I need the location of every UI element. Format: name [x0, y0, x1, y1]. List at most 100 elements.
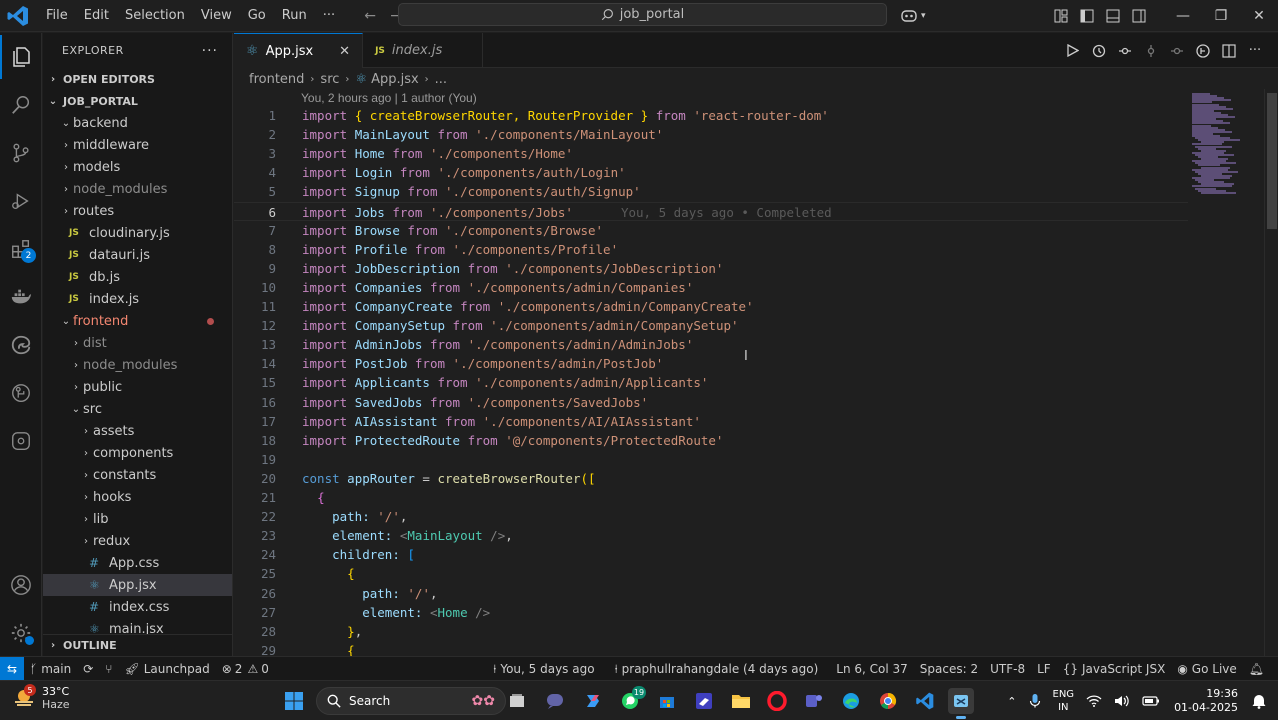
accounts-icon[interactable] [0, 563, 42, 607]
remote-indicator-icon[interactable]: ⇆ [0, 656, 24, 681]
copilot-button[interactable]: ▾ [900, 0, 926, 32]
folder-item[interactable]: › redux [43, 530, 232, 552]
go-live-button[interactable]: ◉ Go Live [1171, 662, 1242, 676]
code-line[interactable]: 26 path: '/', [234, 584, 1188, 603]
breadcrumb-file[interactable]: App.jsx [371, 72, 419, 87]
windows-start-icon[interactable] [281, 688, 307, 714]
folder-item[interactable]: › routes [43, 200, 232, 222]
next-change-icon[interactable] [1164, 44, 1190, 58]
gitlens-compare-icon[interactable] [1138, 44, 1164, 58]
extensions-icon[interactable]: 2 [0, 227, 42, 271]
gitlens-graph-icon[interactable]: ⑂ [99, 662, 118, 676]
code-line[interactable]: 7 import Browse from './components/Browse… [234, 221, 1188, 240]
language-mode[interactable]: {} JavaScript JSX [1057, 662, 1172, 676]
chrome-icon[interactable] [875, 688, 901, 714]
folder-item[interactable]: › node_modules [43, 354, 232, 376]
notifications-bell-icon[interactable]: 🔔︎ [1243, 662, 1270, 676]
file-explorer-icon[interactable] [728, 688, 754, 714]
microsoft-store-icon[interactable] [654, 688, 680, 714]
wifi-icon[interactable] [1080, 694, 1108, 708]
tab-index-js[interactable]: JS index.js [363, 33, 484, 68]
code-line[interactable]: 16 import SavedJobs from './components/Sa… [234, 393, 1188, 412]
whatsapp-icon[interactable]: 19 [617, 686, 646, 714]
code-line[interactable]: 19 [234, 450, 1188, 469]
menu-edit[interactable]: Edit [76, 0, 117, 32]
outline-section[interactable]: › OUTLINE [43, 634, 232, 656]
split-editor-icon[interactable] [1216, 43, 1242, 58]
menu-selection[interactable]: Selection [117, 0, 193, 32]
code-line[interactable]: 20 const appRouter = createBrowserRouter(… [234, 469, 1188, 488]
codelens-authors[interactable]: You, 2 hours ago | 1 author (You) [301, 91, 477, 105]
cursor-position[interactable]: Ln 6, Col 37 [830, 662, 914, 676]
end-of-line[interactable]: LF [1031, 662, 1057, 676]
settings-gear-icon[interactable] [0, 611, 42, 655]
code-line[interactable]: 13 import AdminJobs from './components/ad… [234, 335, 1188, 354]
menu-view[interactable]: View [193, 0, 240, 32]
copilot-app-icon[interactable] [580, 688, 606, 714]
code-line[interactable]: 8 import Profile from './components/Profi… [234, 240, 1188, 259]
task-view-icon[interactable] [504, 688, 530, 714]
code-line[interactable]: 1 import { createBrowserRouter, RouterPro… [234, 106, 1188, 125]
author-status[interactable]: ⍿ praphullrahangdale (4 days ago) [609, 662, 825, 677]
code-line[interactable]: 17 import AIAssistant from './components/… [234, 412, 1188, 431]
language-indicator[interactable]: ENG IN [1047, 688, 1081, 714]
teams-icon[interactable] [801, 688, 827, 714]
search-view-icon[interactable] [0, 83, 42, 127]
vscode-taskbar-icon[interactable] [912, 688, 938, 714]
breadcrumb-symbol[interactable]: ... [435, 72, 447, 87]
code-line[interactable]: 11 import CompanyCreate from './component… [234, 297, 1188, 316]
toggle-sidebar-icon[interactable] [1074, 0, 1100, 32]
file-item[interactable]: JS datauri.js [43, 244, 232, 266]
back-arrow-icon[interactable]: ← [357, 8, 383, 24]
taskbar-search[interactable]: Search ✿✿ [316, 687, 506, 715]
teams-chat-icon[interactable] [542, 688, 568, 714]
volume-icon[interactable] [1108, 694, 1136, 708]
scrollbar-thumb[interactable] [1267, 93, 1277, 229]
tray-overflow-chevron-icon[interactable]: ⌃ [1001, 695, 1022, 708]
code-line[interactable]: 4 import Login from './components/auth/Lo… [234, 163, 1188, 182]
folder-item[interactable]: › middleware [43, 134, 232, 156]
notification-center-icon[interactable] [1246, 693, 1272, 709]
indentation[interactable]: Spaces: 2 [914, 662, 984, 676]
minimap[interactable] [1188, 89, 1264, 656]
blame-status[interactable]: ⍿ You, 5 days ago [487, 662, 600, 677]
timeline-history-icon[interactable] [1086, 44, 1112, 58]
folder-item[interactable]: › lib [43, 508, 232, 530]
run-play-icon[interactable] [1060, 44, 1086, 57]
code-line[interactable]: 9 import JobDescription from './component… [234, 259, 1188, 278]
maximize-button[interactable]: ❐ [1202, 0, 1240, 32]
menu-run[interactable]: Run [274, 0, 315, 32]
code-line[interactable]: 2 import MainLayout from './components/Ma… [234, 125, 1188, 144]
command-center-search[interactable]: job_portal [398, 3, 887, 26]
folder-item[interactable]: › node_modules [43, 178, 232, 200]
file-item[interactable]: # App.css [43, 552, 232, 574]
code-editor[interactable]: You, 2 hours ago | 1 author (You) 1 impor… [234, 89, 1188, 656]
code-line[interactable]: 25 { [234, 564, 1188, 583]
minimize-button[interactable]: — [1164, 0, 1202, 32]
launchpad-button[interactable]: 🚀︎ Launchpad [118, 662, 215, 676]
code-line[interactable]: 23 element: <MainLayout />, [234, 526, 1188, 545]
menu-file[interactable]: File [38, 0, 76, 32]
toggle-secondary-sidebar-icon[interactable] [1126, 0, 1152, 32]
close-tab-icon[interactable]: ✕ [339, 44, 350, 59]
explorer-more-button[interactable]: ··· [202, 43, 218, 59]
file-item[interactable]: ⚛ App.jsx [43, 574, 232, 596]
folder-item[interactable]: › models [43, 156, 232, 178]
breadcrumb-src[interactable]: src [320, 72, 339, 87]
code-line[interactable]: 22 path: '/', [234, 507, 1188, 526]
gitlens-inspect-icon[interactable] [0, 419, 42, 463]
file-item[interactable]: JS index.js [43, 288, 232, 310]
code-line[interactable]: 18 import ProtectedRoute from '@/componen… [234, 431, 1188, 450]
run-debug-icon[interactable] [0, 179, 42, 223]
folder-item[interactable]: › components [43, 442, 232, 464]
explorer-icon[interactable] [0, 35, 42, 79]
encoding[interactable]: UTF-8 [984, 662, 1031, 676]
code-line[interactable]: 12 import CompanySetup from './components… [234, 316, 1188, 335]
toggle-panel-icon[interactable] [1100, 0, 1126, 32]
folder-src[interactable]: ⌄ src [43, 398, 232, 420]
sync-icon[interactable]: ⟳ [77, 662, 99, 676]
folder-item[interactable]: › hooks [43, 486, 232, 508]
code-line[interactable]: 24 children: [ [234, 545, 1188, 564]
customize-layout-icon[interactable] [1048, 0, 1074, 32]
folder-item[interactable]: › constants [43, 464, 232, 486]
